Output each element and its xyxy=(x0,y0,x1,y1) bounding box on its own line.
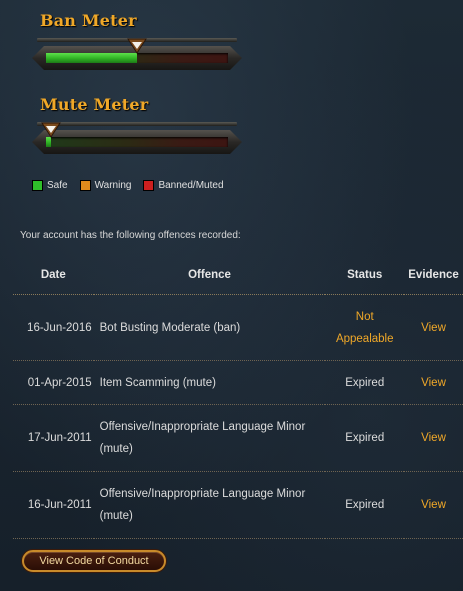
legend-label-banned: Banned/Muted xyxy=(158,180,224,191)
mute-meter-track xyxy=(46,137,228,147)
ban-meter xyxy=(32,38,242,74)
mute-meter-top-rail xyxy=(37,122,237,126)
mute-meter xyxy=(32,122,242,158)
legend-item-safe: Safe xyxy=(32,180,68,191)
mute-meter-marker-icon xyxy=(41,122,61,138)
table-row: 16-Jun-2011 Offensive/Inappropriate Lang… xyxy=(13,471,463,539)
view-code-of-conduct-button[interactable]: View Code of Conduct xyxy=(22,550,166,572)
mute-meter-title: Mute Meter xyxy=(40,95,149,114)
legend-item-banned: Banned/Muted xyxy=(143,180,224,191)
column-header-evidence: Evidence xyxy=(404,256,463,295)
ban-meter-title: Ban Meter xyxy=(40,11,137,30)
legend-label-safe: Safe xyxy=(47,180,68,191)
row-evidence-cell: View xyxy=(404,404,463,472)
row-offence: Bot Busting Moderate (ban) xyxy=(93,294,326,361)
row-offence: Offensive/Inappropriate Language Minor (… xyxy=(93,404,326,472)
row-date: 01-Apr-2015 xyxy=(13,360,94,405)
table-row: 01-Apr-2015 Item Scamming (mute) Expired… xyxy=(13,360,463,405)
row-status: Expired xyxy=(325,404,405,472)
ban-meter-fill xyxy=(46,53,137,63)
table-row: 16-Jun-2016 Bot Busting Moderate (ban) N… xyxy=(13,294,463,361)
ban-meter-marker-icon xyxy=(127,38,147,54)
offences-table: Date Offence Status Evidence 16-Jun-2016… xyxy=(13,256,463,539)
view-evidence-link[interactable]: View xyxy=(421,322,446,334)
legend-item-warning: Warning xyxy=(79,180,132,191)
legend-label-warning: Warning xyxy=(94,180,132,191)
legend-swatch-safe xyxy=(32,180,43,191)
row-status: Expired xyxy=(325,471,405,539)
table-row: 17-Jun-2011 Offensive/Inappropriate Lang… xyxy=(13,404,463,472)
column-header-status: Status xyxy=(325,256,405,295)
legend-swatch-warning xyxy=(79,180,91,191)
row-status: Not Appealable xyxy=(325,294,405,361)
row-date: 17-Jun-2011 xyxy=(13,404,94,472)
row-offence: Item Scamming (mute) xyxy=(93,360,326,405)
meter-legend: Safe Warning Banned/Muted xyxy=(32,180,236,191)
row-date: 16-Jun-2016 xyxy=(13,294,94,361)
row-status: Expired xyxy=(325,360,405,405)
view-evidence-link[interactable]: View xyxy=(421,432,446,444)
row-evidence-cell: View xyxy=(404,294,463,361)
row-date: 16-Jun-2011 xyxy=(13,471,94,539)
column-header-offence: Offence xyxy=(93,256,326,295)
column-header-date: Date xyxy=(13,256,94,295)
row-evidence-cell: View xyxy=(404,471,463,539)
view-evidence-link[interactable]: View xyxy=(421,499,446,511)
legend-swatch-banned xyxy=(143,180,155,191)
offences-intro-text: Your account has the following offences … xyxy=(20,230,241,241)
table-header-row: Date Offence Status Evidence xyxy=(13,256,463,295)
row-offence: Offensive/Inappropriate Language Minor (… xyxy=(93,471,326,539)
view-evidence-link[interactable]: View xyxy=(421,377,446,389)
row-evidence-cell: View xyxy=(404,360,463,405)
